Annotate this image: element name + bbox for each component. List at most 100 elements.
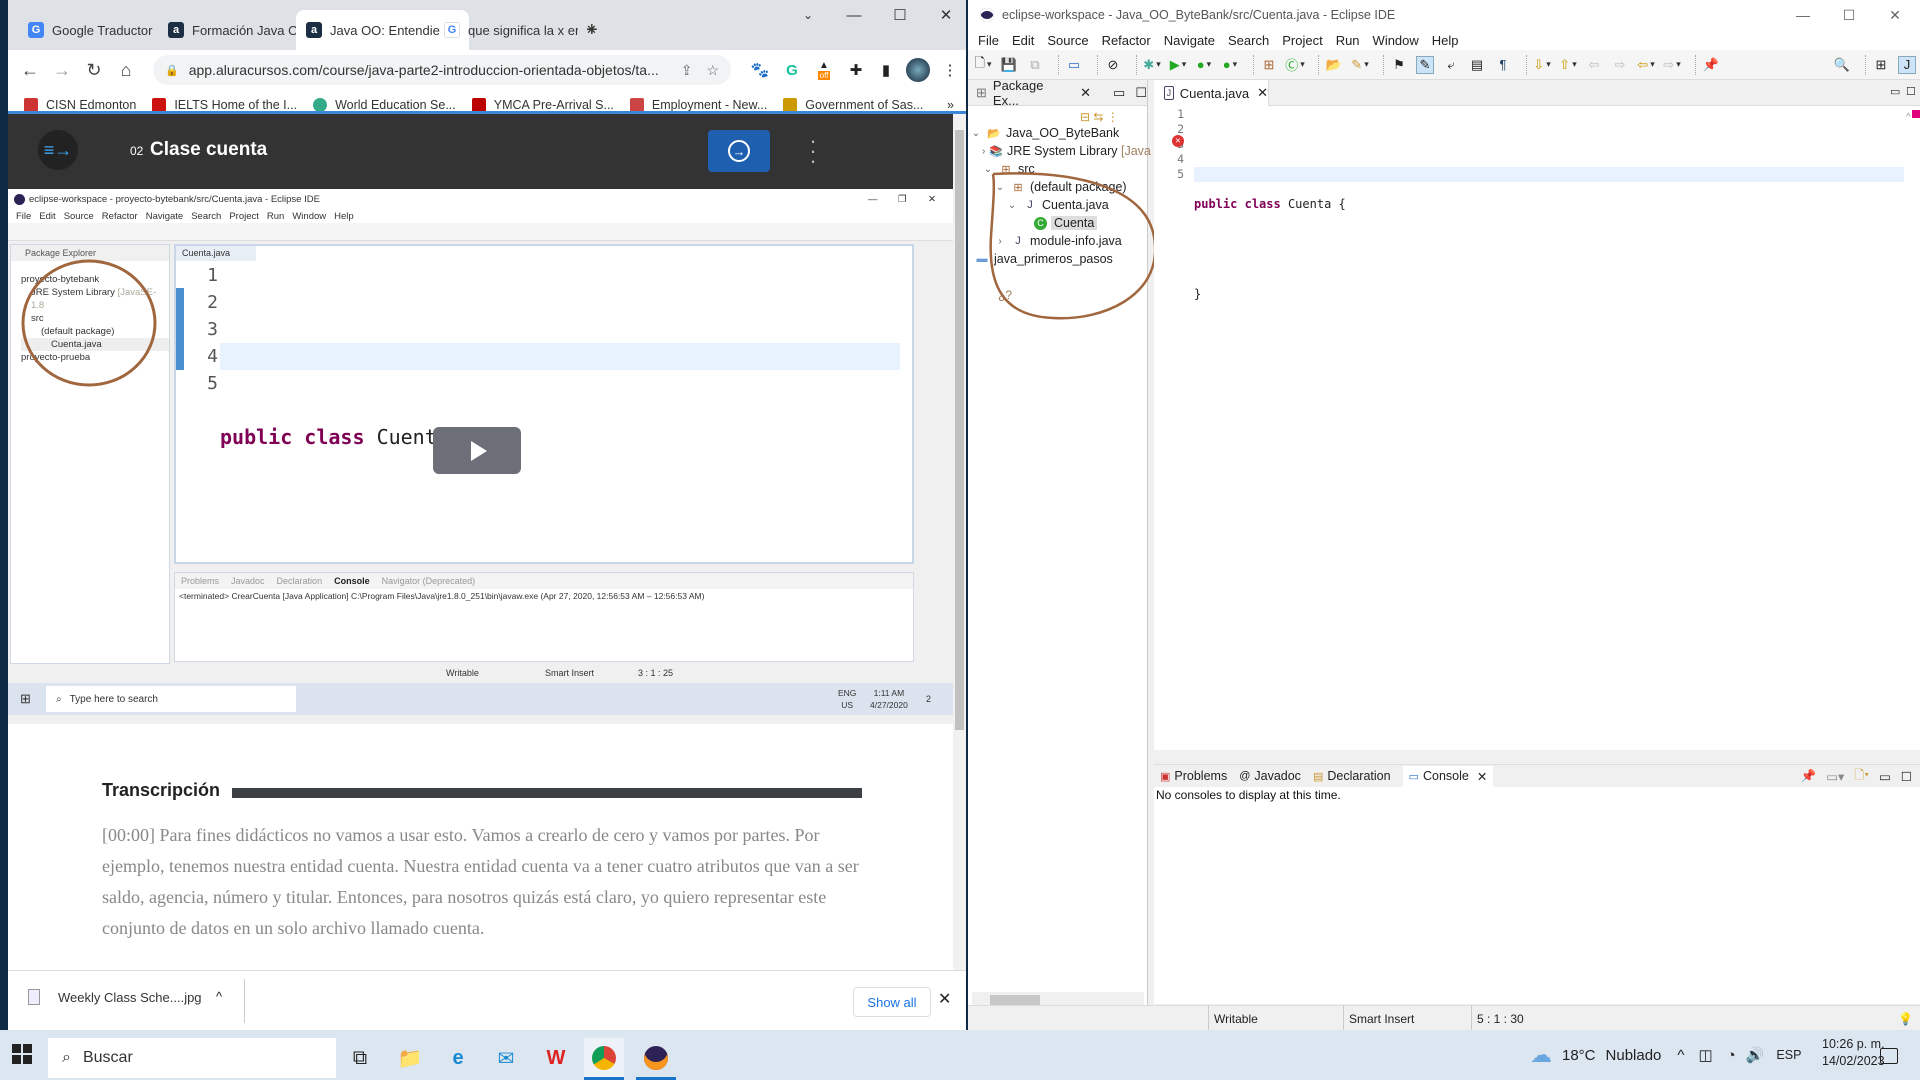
tab-search-icon[interactable]: ⌄ [788,0,828,30]
open-console-icon[interactable]: 🗋▾ [1854,766,1869,787]
tab-console[interactable]: ▭ Console ✕ [1402,765,1494,787]
lesson-menu-button[interactable]: ≡→ [38,130,78,170]
mark-occurrences-icon[interactable]: ✎ [1416,55,1434,74]
language-indicator[interactable]: ESP [1776,1048,1801,1062]
mail-icon[interactable]: ✉ [486,1038,526,1078]
address-bar[interactable]: 🔒 app.aluracursos.com/course/java-parte2… [153,55,731,85]
next-annotation-icon[interactable]: ⇩ [1533,56,1551,74]
display-console-icon[interactable]: ▭▾ [1826,769,1844,784]
video-player[interactable]: eclipse-workspace - proyecto-bytebank/sr… [8,189,953,724]
menu-navigate[interactable]: Navigate [1164,33,1215,48]
skip-breakpoints-icon[interactable]: ⊘ [1104,56,1122,74]
close-tab-icon[interactable]: ✕ [1477,769,1487,784]
camera-icon[interactable]: ◫ [1698,1046,1712,1064]
show-hidden-icons[interactable]: ^ [1677,1047,1684,1064]
file-explorer-icon[interactable]: 📁 [390,1038,430,1078]
error-marker-icon[interactable]: ✕ [1172,135,1184,147]
new-icon[interactable]: 🗋 [974,55,992,74]
back-icon[interactable]: ⇦ [1637,56,1655,74]
maximize-editor-icon[interactable]: ☐ [1906,85,1916,98]
profile-avatar[interactable] [906,58,930,82]
source-code[interactable]: ✕ public class Cuenta { } [1172,107,1346,377]
home-button[interactable]: ⌂ [110,54,142,86]
close-window-button[interactable]: ✕ [926,0,966,30]
minimize-view-icon[interactable]: ▭ [1113,85,1125,101]
close-tab-icon[interactable]: ✕ [1257,85,1268,101]
extension-footprint-icon[interactable]: 🐾 [748,58,772,82]
maximize-view-icon[interactable]: ☐ [1901,769,1912,784]
menu-search[interactable]: Search [1228,33,1269,48]
coverage-icon[interactable]: ● [1195,56,1213,74]
tab-problems[interactable]: ▣ Problems [1160,769,1227,783]
show-all-button[interactable]: Show all [853,987,931,1017]
forward-button[interactable]: → [46,54,78,86]
weather-description[interactable]: Nublado [1606,1047,1662,1064]
more-options-icon[interactable]: · · · [808,130,818,172]
open-perspective-icon[interactable]: ⊞ [1872,56,1890,74]
save-all-icon[interactable]: ⧉ [1026,56,1044,74]
minimize-button[interactable]: — [834,0,874,30]
overview-error-marker[interactable] [1912,110,1920,118]
close-view-icon[interactable]: ✕ [1080,85,1091,101]
bookmark-item[interactable]: CISN Edmonton [24,97,136,112]
menu-edit[interactable]: Edit [1012,33,1034,48]
menu-window[interactable]: Window [1373,33,1419,48]
editor-tab-cuenta-java[interactable]: J Cuenta.java ✕ [1154,80,1269,106]
maximize-button[interactable]: ☐ [1826,0,1872,30]
grammarly-icon[interactable]: G [780,58,804,82]
chrome-menu-icon[interactable]: ⋮ [938,58,962,82]
search-icon[interactable]: 🔍 [1833,56,1851,74]
wifi-icon[interactable]: ◔ [1727,1047,1736,1064]
extensions-puzzle-icon[interactable]: ✚ [844,58,868,82]
java-perspective-icon[interactable]: J [1898,55,1916,74]
pin-console-icon[interactable]: 📌 [1801,769,1817,784]
debug-icon[interactable]: ✱ [1143,56,1161,74]
page-scrollbar-thumb[interactable] [955,130,964,730]
bookmarks-overflow-button[interactable]: » [947,98,954,112]
volume-icon[interactable]: 🔊 [1746,1046,1765,1064]
side-panel-icon[interactable]: ▮ [874,58,898,82]
extension-off-icon[interactable]: ▲ off [812,58,836,82]
wps-office-icon[interactable]: W [536,1038,576,1078]
last-edit-icon[interactable]: ⇦ [1585,56,1603,74]
bookmark-item[interactable]: Government of Sas... [783,97,923,112]
bookmark-item[interactable]: IELTS Home of the I... [152,97,297,112]
scroll-up-icon[interactable]: ^ [1906,112,1911,123]
chrome-taskbar-icon[interactable] [584,1038,624,1080]
edge-icon[interactable]: e [438,1038,478,1078]
new-tab-button[interactable]: + [576,10,608,50]
tree-item-jre[interactable]: › 📚 JRE System Library [Java [968,142,1151,160]
windows-start-button[interactable] [12,1044,32,1064]
taskbar-search-box[interactable]: ⌕ Buscar [48,1038,336,1078]
save-icon[interactable]: 💾 [1000,56,1018,74]
tab-javadoc[interactable]: @ Javadoc [1239,769,1301,783]
bookmark-item[interactable]: YMCA Pre-Arrival S... [471,97,614,112]
close-downloads-icon[interactable]: ✕ [938,989,951,1009]
menu-source[interactable]: Source [1047,33,1088,48]
back-button[interactable]: ← [14,54,46,86]
menu-project[interactable]: Project [1282,33,1322,48]
code-editor[interactable]: J Cuenta.java ✕ ▭ ☐ 1 2 3 4 5 ✕ public c… [1154,80,1920,750]
lightbulb-icon[interactable]: 💡 [1898,1012,1913,1026]
weather-temperature[interactable]: 18°C [1562,1047,1596,1064]
bookmark-star-icon[interactable]: ☆ [706,62,719,79]
new-class-icon[interactable]: Ⓒ [1285,56,1304,74]
next-lesson-button[interactable]: → [708,130,770,172]
block-selection-icon[interactable]: ▤ [1468,56,1486,74]
tab-declaration[interactable]: ▤ Declaration [1313,769,1391,783]
close-window-button[interactable]: ✕ [1872,0,1918,30]
search-tools-icon[interactable]: ✎ [1351,56,1369,74]
bookmark-item[interactable]: Employment - New... [629,97,767,112]
new-package-icon[interactable]: ⊞ [1260,56,1278,74]
open-task-icon[interactable]: ⚑ [1390,56,1408,74]
maximize-view-icon[interactable]: ☐ [1135,85,1147,101]
minimize-view-icon[interactable]: ▭ [1879,769,1891,784]
pin-editor-icon[interactable]: 📌 [1702,56,1720,74]
notification-center-icon[interactable] [1880,1048,1898,1064]
menu-file[interactable]: File [978,33,999,48]
eclipse-taskbar-icon[interactable] [636,1038,676,1080]
word-wrap-icon[interactable]: ⤶ [1442,56,1460,74]
collapse-all-icon[interactable]: ⊟ ⇆ ⋮ [1080,110,1119,124]
menu-run[interactable]: Run [1336,33,1360,48]
editor-vscroll[interactable]: ^ [1904,108,1920,738]
